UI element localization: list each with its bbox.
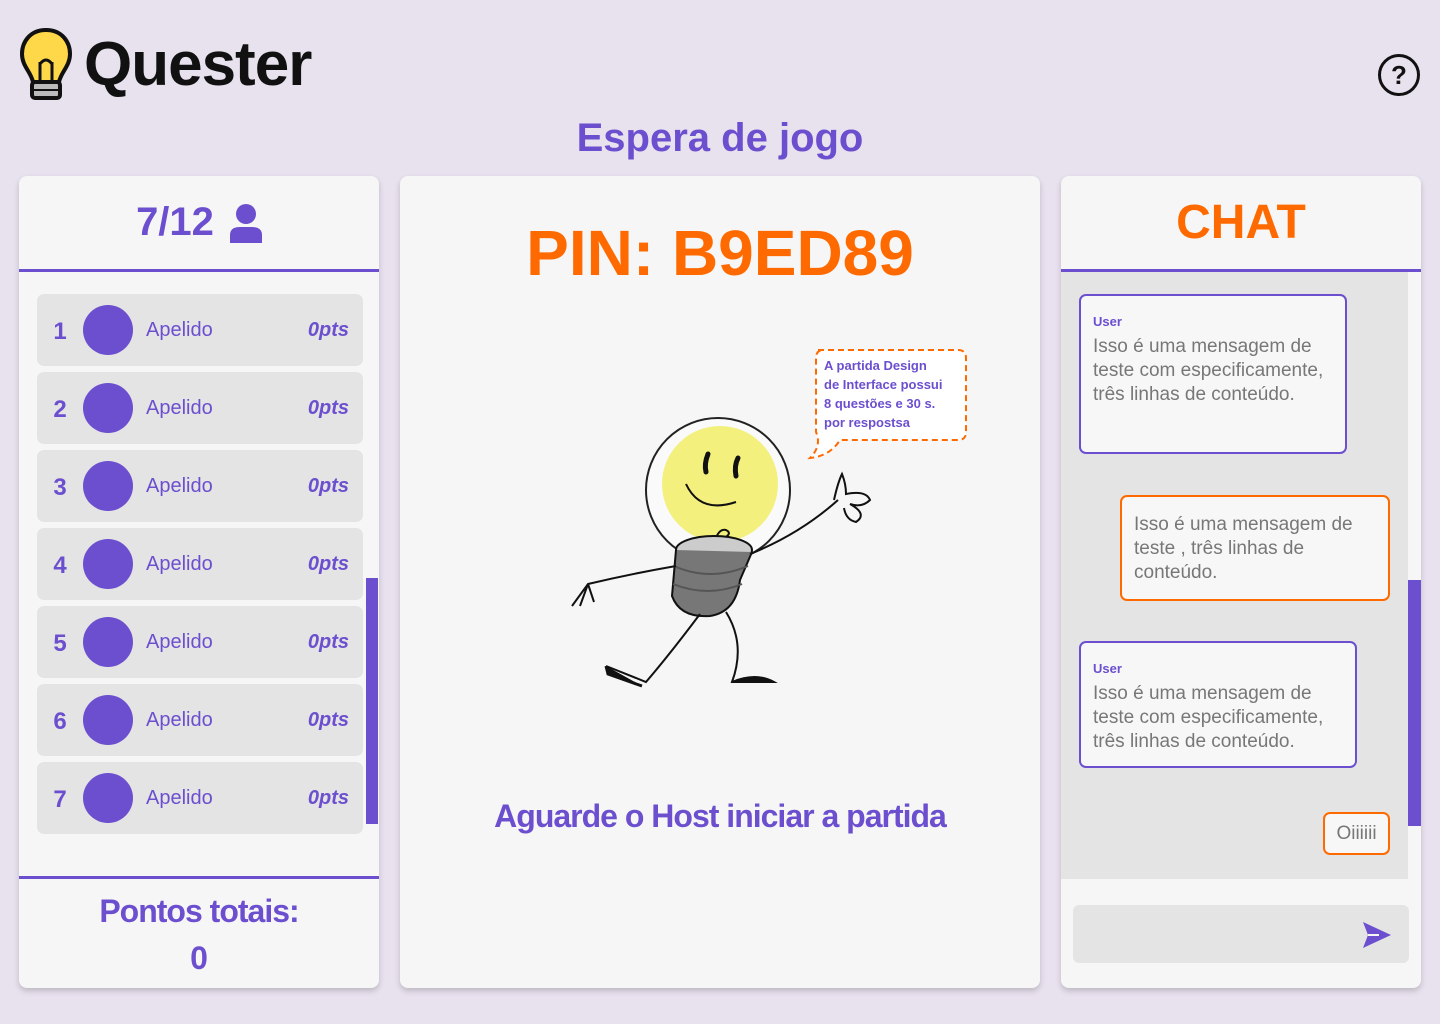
- lightbulb-logo-icon: [19, 27, 73, 100]
- avatar: [83, 773, 133, 823]
- avatar: [83, 617, 133, 667]
- chat-scrollbar[interactable]: [1408, 580, 1421, 826]
- app-logo: Quester: [18, 26, 312, 104]
- player-points: 0pts: [307, 708, 349, 731]
- player-points: 0pts: [307, 552, 349, 575]
- player-points: 0pts: [307, 318, 349, 341]
- message-text: Isso é uma mensagem de teste , três linh…: [1134, 514, 1353, 583]
- user-icon: [229, 203, 262, 243]
- player-points: 0pts: [307, 786, 349, 809]
- player-name: Apelido: [146, 318, 213, 341]
- total-points-value: 0: [190, 940, 208, 976]
- game-lobby-panel: PIN: B9ED89 A partida Design de Interfac…: [400, 176, 1040, 988]
- chat-message-own: Isso é uma mensagem de teste , três linh…: [1120, 495, 1390, 601]
- player-rank: 6: [53, 708, 67, 735]
- player-row[interactable]: 5 Apelido 0pts: [37, 606, 363, 678]
- player-name: Apelido: [146, 786, 213, 809]
- chat-header: CHAT: [1061, 176, 1421, 272]
- player-points: 0pts: [307, 630, 349, 653]
- avatar: [83, 539, 133, 589]
- chat-message: User Isso é uma mensagem de teste com es…: [1079, 294, 1347, 454]
- message-author: User: [1093, 661, 1122, 676]
- chat-title: CHAT: [1176, 196, 1306, 249]
- player-list-scrollbar[interactable]: [366, 578, 378, 824]
- lightbulb-mascot-illustration: A partida Design de Interface possui 8 q…: [571, 349, 967, 688]
- game-pin: PIN: B9ED89: [526, 217, 914, 289]
- player-name: Apelido: [146, 552, 213, 575]
- app-name: Quester: [84, 30, 312, 99]
- avatar: [83, 695, 133, 745]
- total-points-label: Pontos totais:: [99, 893, 299, 929]
- help-circle-icon: ?: [1391, 59, 1407, 90]
- speech-line-1: A partida Design: [824, 358, 927, 373]
- avatar: [83, 461, 133, 511]
- player-row[interactable]: 7 Apelido 0pts: [37, 762, 363, 834]
- chat-panel: CHAT User Isso é uma mensagem de teste c…: [1061, 176, 1421, 988]
- wait-message: Aguarde o Host iniciar a partida: [494, 798, 947, 834]
- player-rank: 2: [53, 396, 67, 423]
- message-author: User: [1093, 314, 1122, 329]
- players-count: 7/12: [136, 200, 214, 244]
- speech-line-4: por respostsa: [824, 415, 911, 430]
- players-panel: 7/12 1 Apelido 0pts 2 Apelido 0pts 3 Ape…: [19, 176, 379, 988]
- message-text: Isso é uma mensagem de teste com especif…: [1093, 683, 1324, 752]
- player-points: 0pts: [307, 396, 349, 419]
- player-row[interactable]: 1 Apelido 0pts: [37, 294, 363, 366]
- chat-message: User Isso é uma mensagem de teste com es…: [1079, 641, 1357, 768]
- player-rank: 4: [53, 552, 67, 579]
- chat-messages: User Isso é uma mensagem de teste com es…: [1061, 272, 1408, 879]
- players-header: 7/12: [19, 176, 379, 272]
- chat-message-own: Oiiiiii: [1323, 812, 1390, 855]
- send-icon[interactable]: [1359, 918, 1393, 952]
- player-list: 1 Apelido 0pts 2 Apelido 0pts 3 Apelido …: [37, 294, 363, 840]
- player-name: Apelido: [146, 630, 213, 653]
- speech-line-2: de Interface possui: [824, 377, 942, 392]
- page-title: Espera de jogo: [576, 116, 864, 160]
- player-rank: 7: [53, 786, 67, 813]
- player-name: Apelido: [146, 396, 213, 419]
- player-row[interactable]: 6 Apelido 0pts: [37, 684, 363, 756]
- player-points: 0pts: [307, 474, 349, 497]
- player-row[interactable]: 4 Apelido 0pts: [37, 528, 363, 600]
- player-name: Apelido: [146, 474, 213, 497]
- avatar: [83, 305, 133, 355]
- player-row[interactable]: 3 Apelido 0pts: [37, 450, 363, 522]
- players-footer: Pontos totais: 0: [19, 876, 379, 977]
- message-text: Oiiiiii: [1336, 823, 1377, 844]
- player-name: Apelido: [146, 708, 213, 731]
- player-rank: 5: [53, 630, 67, 657]
- avatar: [83, 383, 133, 433]
- message-text: Isso é uma mensagem de teste com especif…: [1093, 336, 1324, 405]
- speech-line-3: 8 questões e 30 s.: [824, 396, 935, 411]
- player-rank: 3: [53, 474, 67, 501]
- player-rank: 1: [53, 318, 67, 345]
- player-row[interactable]: 2 Apelido 0pts: [37, 372, 363, 444]
- help-button[interactable]: ?: [1378, 54, 1420, 96]
